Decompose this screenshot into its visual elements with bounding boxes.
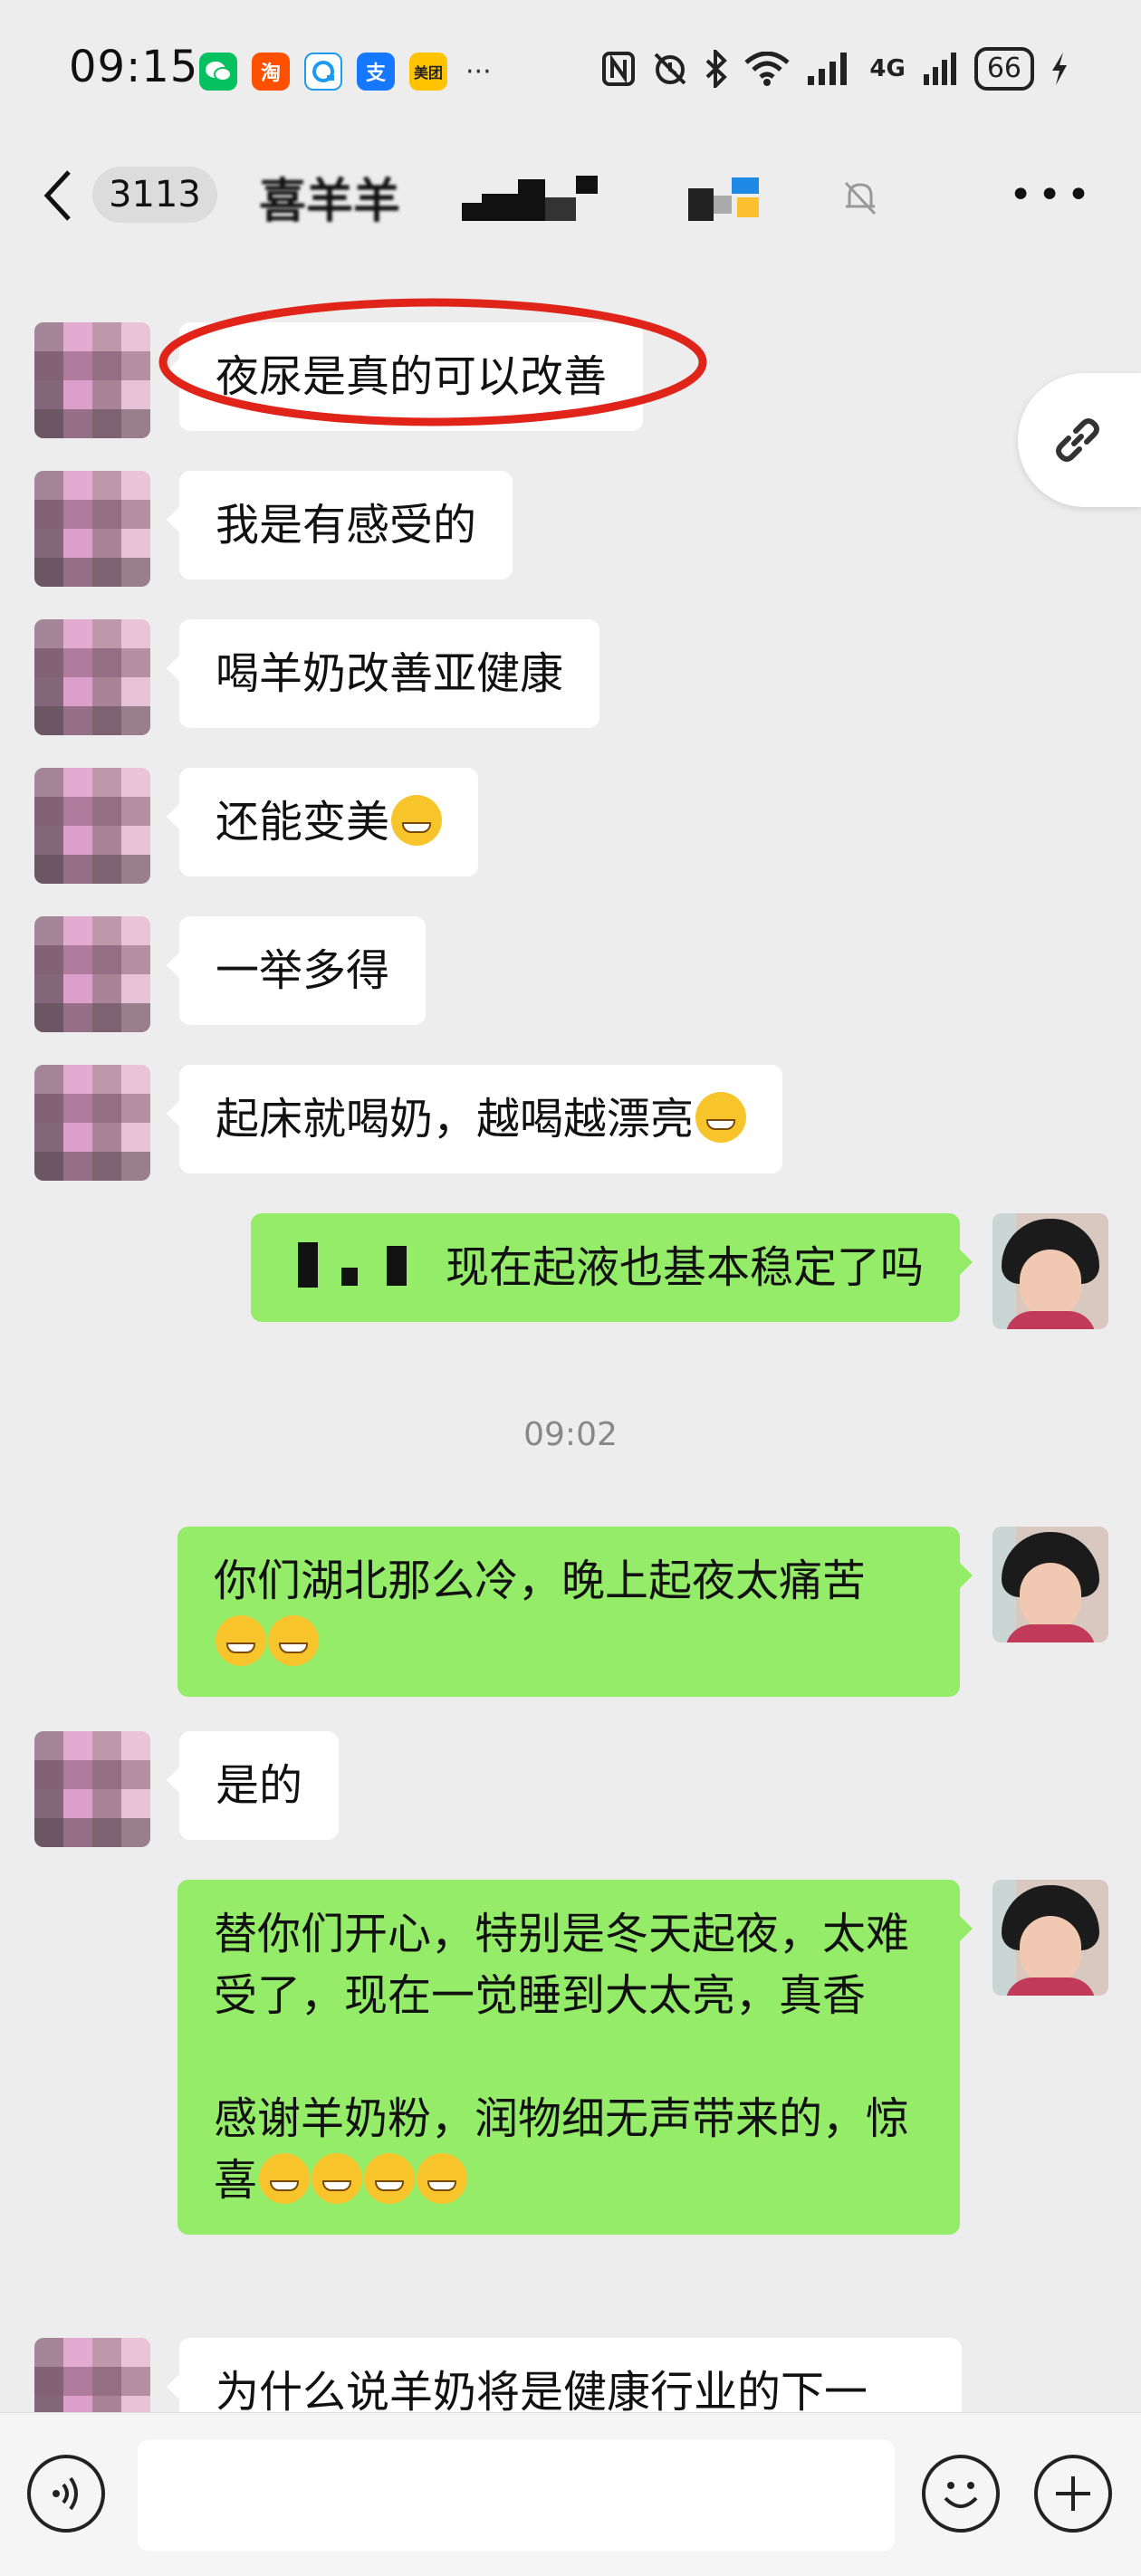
grin-emoji-icon bbox=[391, 795, 443, 846]
alipay-icon: 支 bbox=[357, 53, 395, 91]
back-icon[interactable] bbox=[40, 168, 76, 223]
tears-of-joy-emoji-icon bbox=[216, 1615, 266, 1666]
redacted-title-mosaic bbox=[462, 172, 598, 221]
mute-bell-icon bbox=[844, 181, 877, 215]
message-list[interactable]: 夜尿是真的可以改善 我是有感受的 喝羊奶改善亚健康 还能变美 一举多得 起床就喝… bbox=[0, 254, 1141, 2412]
message-bubble[interactable]: 我是有感受的 bbox=[166, 471, 513, 579]
message-bubble[interactable]: 还能变美 bbox=[166, 768, 479, 876]
tears-of-joy-emoji-icon bbox=[268, 1615, 319, 1666]
timestamp: 09:02 bbox=[523, 1416, 618, 1453]
my-avatar[interactable] bbox=[992, 1213, 1108, 1329]
message-text: 你们湖北那么冷，晚上起夜太痛苦 bbox=[214, 1556, 867, 1606]
taobao-icon: 淘 bbox=[252, 53, 290, 91]
clock: 09:15 bbox=[69, 42, 199, 92]
message-input[interactable] bbox=[138, 2440, 895, 2551]
more-notifications-icon: ··· bbox=[465, 55, 492, 88]
message-bubble[interactable]: 起床就喝奶，越喝越漂亮 bbox=[166, 1065, 783, 1173]
more-functions-button[interactable] bbox=[1034, 2455, 1112, 2533]
alarm-icon bbox=[654, 53, 686, 85]
system-icons: 4G 66 bbox=[601, 47, 1069, 91]
bluetooth-icon bbox=[705, 50, 728, 88]
smiley-icon bbox=[944, 2482, 978, 2508]
message-bubble[interactable]: 为什么说羊奶将是健康行业的下一 bbox=[167, 2338, 962, 2412]
message-bubble[interactable]: 你们湖北那么冷，晚上起夜太痛苦 bbox=[177, 1527, 973, 1697]
my-avatar[interactable] bbox=[992, 1880, 1108, 1996]
grin-emoji-icon bbox=[259, 2153, 311, 2204]
grin-emoji-icon bbox=[312, 2153, 363, 2204]
thinking-emoji-icon bbox=[695, 1092, 747, 1143]
grin-emoji-icon bbox=[364, 2153, 416, 2204]
link-icon bbox=[1056, 418, 1099, 462]
avatar[interactable] bbox=[34, 1731, 150, 1847]
message-bubble[interactable]: 替你们开心，特别是冬天起夜，太难受了，现在一觉睡到大太亮，真香 感谢羊奶粉，润物… bbox=[177, 1880, 973, 2235]
avatar[interactable] bbox=[34, 619, 150, 735]
my-avatar[interactable] bbox=[992, 1527, 1108, 1642]
qq-icon bbox=[304, 53, 342, 91]
message-bubble[interactable]: 现在起液也基本稳定了吗 bbox=[250, 1213, 973, 1322]
chat-title: 喜羊羊 bbox=[259, 175, 401, 229]
status-bar: 09:15 淘 支 美团 ··· 4G 66 bbox=[0, 0, 1141, 136]
unread-count-badge[interactable]: 3113 bbox=[92, 167, 217, 223]
network-type: 4G bbox=[869, 55, 906, 82]
avatar[interactable] bbox=[34, 916, 150, 1032]
notification-icons: 淘 支 美团 ··· bbox=[199, 53, 492, 91]
emoji-button[interactable] bbox=[922, 2455, 1000, 2533]
message-text: 起床就喝奶，越喝越漂亮 bbox=[216, 1094, 695, 1144]
message-bubble[interactable]: 喝羊奶改善亚健康 bbox=[166, 619, 600, 728]
red-highlight-circle bbox=[158, 298, 707, 426]
redacted-mention bbox=[287, 1242, 432, 1288]
message-text: 还能变美 bbox=[216, 797, 390, 847]
meituan-icon: 美团 bbox=[409, 53, 447, 91]
avatar[interactable] bbox=[34, 2338, 150, 2412]
avatar[interactable] bbox=[34, 768, 150, 884]
avatar[interactable] bbox=[34, 322, 150, 438]
grin-emoji-icon bbox=[417, 2153, 468, 2204]
avatar[interactable] bbox=[34, 1065, 150, 1181]
nfc-icon bbox=[602, 52, 636, 86]
wifi-icon bbox=[744, 52, 791, 86]
message-bubble[interactable]: 一举多得 bbox=[166, 916, 427, 1025]
input-bar bbox=[0, 2412, 1141, 2576]
redacted-title-mosaic-2 bbox=[688, 172, 759, 221]
link-button[interactable] bbox=[1018, 373, 1141, 507]
wechat-icon bbox=[199, 53, 237, 91]
signal-icon bbox=[808, 53, 848, 85]
message-bubble[interactable]: 是的 bbox=[166, 1731, 340, 1840]
battery-level: 66 bbox=[973, 47, 1034, 91]
voice-icon bbox=[53, 2476, 78, 2511]
more-options-icon[interactable]: ••• bbox=[1009, 176, 1096, 215]
plus-icon bbox=[1056, 2476, 1090, 2511]
voice-input-button[interactable] bbox=[27, 2455, 105, 2533]
chat-header: 3113 喜羊羊 ••• bbox=[0, 136, 1141, 254]
signal-icon-2 bbox=[923, 53, 956, 85]
avatar[interactable] bbox=[34, 471, 150, 587]
charging-icon bbox=[1052, 53, 1067, 85]
message-text: 现在起液也基本稳定了吗 bbox=[445, 1242, 924, 1293]
